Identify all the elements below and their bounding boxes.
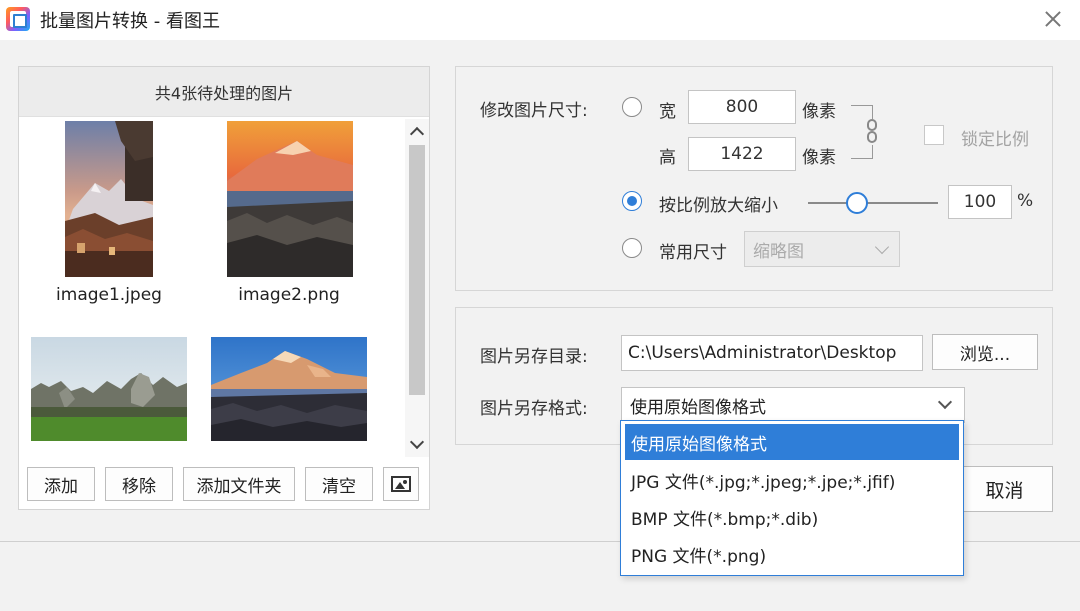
format-dropdown-list[interactable]: 使用原始图像格式 JPG 文件(*.jpg;*.jpeg;*.jpe;*.jfi… (620, 420, 964, 576)
remove-button[interactable]: 移除 (105, 467, 173, 501)
format-option-png[interactable]: PNG 文件(*.png) (625, 536, 959, 572)
format-option-bmp[interactable]: BMP 文件(*.bmp;*.dib) (625, 499, 959, 535)
image-list-scrollbar[interactable] (405, 119, 429, 457)
preset-size-select[interactable]: 缩略图 (744, 231, 900, 267)
window-title: 批量图片转换 - 看图王 (40, 11, 220, 32)
width-input[interactable]: 800 (688, 90, 796, 124)
save-dir-label: 图片另存目录: (480, 347, 588, 367)
add-folder-button[interactable]: 添加文件夹 (183, 467, 295, 501)
save-format-label: 图片另存格式: (480, 399, 588, 419)
radio-preset-size[interactable] (622, 238, 642, 258)
resize-panel: 修改图片尺寸: 宽 800 像素 高 1422 像素 锁定比例 按比例放大缩小 … (455, 66, 1053, 291)
scale-slider-thumb[interactable] (846, 192, 869, 214)
scroll-up-icon[interactable] (405, 119, 429, 143)
clear-button[interactable]: 清空 (305, 467, 373, 501)
lock-ratio-checkbox[interactable] (924, 125, 944, 145)
chain-link-icon[interactable] (865, 119, 879, 145)
thumbnail-image3[interactable] (31, 337, 187, 441)
preset-label: 常用尺寸 (659, 243, 727, 263)
resize-label: 修改图片尺寸: (480, 101, 588, 121)
image-list-panel: 共4张待处理的图片 image1.jpeg image2.png 添加 移除 添… (18, 66, 430, 510)
height-input[interactable]: 1422 (688, 137, 796, 171)
image-count-header: 共4张待处理的图片 (19, 67, 429, 117)
view-mode-button[interactable] (383, 467, 419, 501)
scale-input[interactable]: 100 (948, 185, 1012, 219)
radio-custom-size[interactable] (622, 97, 642, 117)
thumbnail-label-image2: image2.png (238, 285, 340, 305)
format-option-jpg[interactable]: JPG 文件(*.jpg;*.jpeg;*.jpe;*.jfif) (625, 462, 959, 498)
scale-label: 按比例放大缩小 (659, 196, 778, 216)
scale-slider-track[interactable] (808, 202, 938, 204)
height-unit-label: 像素 (802, 148, 836, 168)
image-icon (391, 476, 411, 492)
browse-button[interactable]: 浏览... (932, 334, 1038, 370)
preset-select-value: 缩略图 (753, 241, 804, 262)
scale-unit-label: % (1017, 191, 1034, 211)
chevron-down-icon (937, 394, 953, 410)
radio-scale[interactable] (622, 191, 642, 211)
title-bar: 批量图片转换 - 看图王 (0, 0, 1080, 40)
scroll-down-icon[interactable] (405, 433, 429, 457)
format-select-value: 使用原始图像格式 (630, 397, 766, 418)
save-format-select[interactable]: 使用原始图像格式 (621, 387, 965, 423)
thumbnail-image2[interactable] (227, 121, 353, 277)
cancel-button-label: 取消 (985, 479, 1024, 502)
thumbnail-image4[interactable] (211, 337, 367, 441)
close-icon[interactable] (1038, 4, 1068, 34)
format-option-original[interactable]: 使用原始图像格式 (625, 424, 959, 460)
width-unit-label: 像素 (802, 102, 836, 122)
thumbnail-label-image1: image1.jpeg (56, 285, 162, 305)
chevron-down-icon (874, 239, 890, 255)
scroll-thumb[interactable] (409, 145, 425, 395)
height-label: 高 (659, 148, 676, 168)
app-logo-icon (6, 7, 30, 31)
lock-ratio-label: 锁定比例 (961, 130, 1029, 150)
save-dir-input[interactable]: C:\Users\Administrator\Desktop (621, 335, 923, 371)
width-label: 宽 (659, 102, 676, 122)
add-button[interactable]: 添加 (27, 467, 95, 501)
link-bracket-bottom (851, 143, 873, 159)
thumbnail-image1[interactable] (65, 121, 153, 277)
